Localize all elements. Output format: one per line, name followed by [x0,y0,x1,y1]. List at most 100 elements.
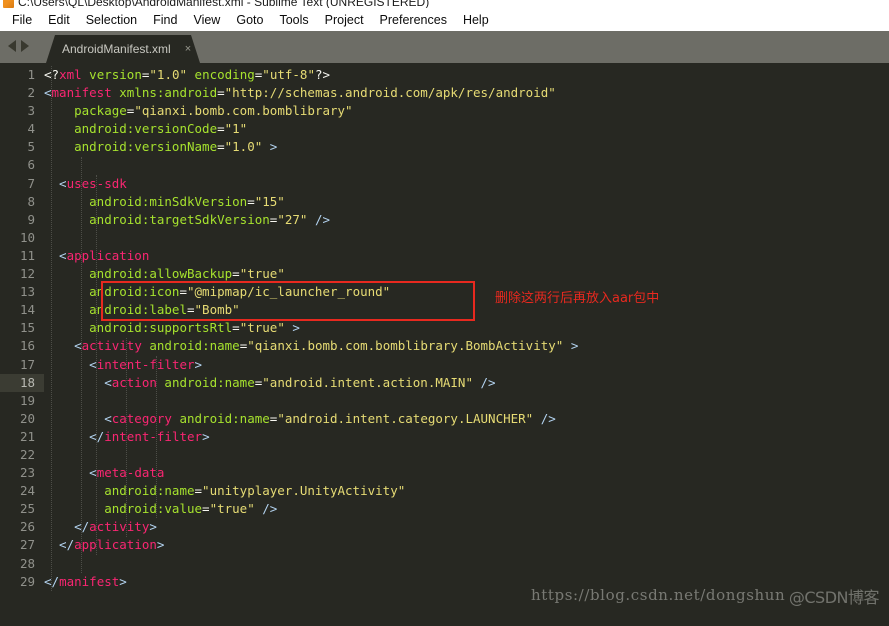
code-text: android:minSdkVersion="15" [44,193,889,211]
menu-item-tools[interactable]: Tools [271,11,316,29]
line-number: 19 [0,392,44,410]
code-line[interactable]: 6 [0,156,889,174]
line-number: 20 [0,410,44,428]
code-text: android:icon="@mipmap/ic_launcher_round" [44,283,889,301]
code-text: android:versionName="1.0" > [44,138,889,156]
token-tag: intent-filter [97,357,195,372]
token-punct: < [44,411,112,426]
menu-bar: FileEditSelectionFindViewGotoToolsProjec… [0,8,889,31]
code-line[interactable]: 16 <activity android:name="qianxi.bomb.c… [0,337,889,355]
code-line[interactable]: 1<?xml version="1.0" encoding="utf-8"?> [0,66,889,84]
token-str: "android.intent.category.LAUNCHER" [277,411,533,426]
code-line[interactable]: 10 [0,229,889,247]
code-line[interactable]: 2<manifest xmlns:android="http://schemas… [0,84,889,102]
code-line[interactable]: 17 <intent-filter> [0,356,889,374]
nav-back-arrow[interactable] [8,40,16,52]
token-punct: /> [473,375,496,390]
code-line[interactable]: 12 android:allowBackup="true" [0,265,889,283]
menu-item-goto[interactable]: Goto [228,11,271,29]
nav-forward-arrow[interactable] [21,40,29,52]
menu-item-help[interactable]: Help [455,11,497,29]
token-attr: android:name [157,375,255,390]
code-line[interactable]: 7 <uses-sdk [0,175,889,193]
code-line[interactable]: 22 [0,446,889,464]
token-plainpunct: = [247,194,255,209]
menu-item-project[interactable]: Project [317,11,372,29]
code-line[interactable]: 4 android:versionCode="1" [0,120,889,138]
token-punct: < [44,248,67,263]
code-line[interactable]: 13 android:icon="@mipmap/ic_launcher_rou… [0,283,889,301]
line-number: 4 [0,120,44,138]
token-punct: > [563,338,578,353]
tab-androidmanifest-xml[interactable]: AndroidManifest.xml × [46,35,200,63]
code-line[interactable]: 28 [0,555,889,573]
token-str: "true" [240,320,285,335]
token-punct: < [44,338,82,353]
code-line[interactable]: 15 android:supportsRtl="true" > [0,319,889,337]
token-punct: /> [307,212,330,227]
token-plainpunct: = [217,121,225,136]
code-line[interactable]: 26 </activity> [0,518,889,536]
code-text: <activity android:name="qianxi.bomb.com.… [44,337,889,355]
token-attr: encoding [187,67,255,82]
code-line[interactable]: 23 <meta-data [0,464,889,482]
code-text: </application> [44,536,889,554]
token-str: "15" [255,194,285,209]
code-text: android:value="true" /> [44,500,889,518]
window-title: C:\Users\QL\Desktop\AndroidManifest.xml … [18,0,429,8]
menu-item-view[interactable]: View [185,11,228,29]
code-line[interactable]: 21 </intent-filter> [0,428,889,446]
code-line[interactable]: 8 android:minSdkVersion="15" [0,193,889,211]
code-line[interactable]: 29</manifest> [0,573,889,591]
line-number: 28 [0,555,44,573]
token-punct: > [262,139,277,154]
token-punct: < [44,465,97,480]
token-punct: > [195,357,203,372]
sublime-text-window: C:\Users\QL\Desktop\AndroidManifest.xml … [0,0,889,626]
token-str: "true" [240,266,285,281]
token-punct: > [119,574,127,589]
token-tag: manifest [52,85,112,100]
token-plainpunct: = [187,302,195,317]
token-attr: android:name [44,483,195,498]
token-attr: android:supportsRtl [44,320,232,335]
code-text: android:name="unityplayer.UnityActivity" [44,482,889,500]
code-line[interactable]: 27 </application> [0,536,889,554]
code-line[interactable]: 24 android:name="unityplayer.UnityActivi… [0,482,889,500]
token-plainpunct: = [217,139,225,154]
menu-item-preferences[interactable]: Preferences [372,11,455,29]
line-number: 15 [0,319,44,337]
code-line[interactable]: 20 <category android:name="android.inten… [0,410,889,428]
code-line[interactable]: 19 [0,392,889,410]
token-tag: intent-filter [104,429,202,444]
line-number: 13 [0,283,44,301]
token-attr: android:icon [44,284,179,299]
line-number: 9 [0,211,44,229]
line-number: 16 [0,337,44,355]
token-str: "@mipmap/ic_launcher_round" [187,284,390,299]
token-str: "1.0" [225,139,263,154]
code-line[interactable]: 11 <application [0,247,889,265]
annotation-text: 删除这两行后再放入aar包中 [495,287,659,306]
close-icon[interactable]: × [185,44,191,55]
token-tag: action [112,375,157,390]
code-line[interactable]: 14 android:label="Bomb" [0,301,889,319]
menu-item-find[interactable]: Find [145,11,185,29]
code-line[interactable]: 25 android:value="true" /> [0,500,889,518]
menu-item-selection[interactable]: Selection [78,11,145,29]
menu-item-edit[interactable]: Edit [40,11,78,29]
menu-item-file[interactable]: File [4,11,40,29]
line-number: 8 [0,193,44,211]
code-text: <action android:name="android.intent.act… [44,374,889,392]
code-line[interactable]: 9 android:targetSdkVersion="27" /> [0,211,889,229]
code-editor[interactable]: 1<?xml version="1.0" encoding="utf-8"?>2… [0,63,889,626]
token-attr: android:allowBackup [44,266,232,281]
code-line[interactable]: 18 <action android:name="android.intent.… [0,374,889,392]
token-tag: activity [82,338,142,353]
code-lines[interactable]: 1<?xml version="1.0" encoding="utf-8"?>2… [0,63,889,591]
token-attr: android:value [44,501,202,516]
code-line[interactable]: 3 package="qianxi.bomb.com.bomblibrary" [0,102,889,120]
code-line[interactable]: 5 android:versionName="1.0" > [0,138,889,156]
code-text [44,392,889,410]
line-number: 6 [0,156,44,174]
